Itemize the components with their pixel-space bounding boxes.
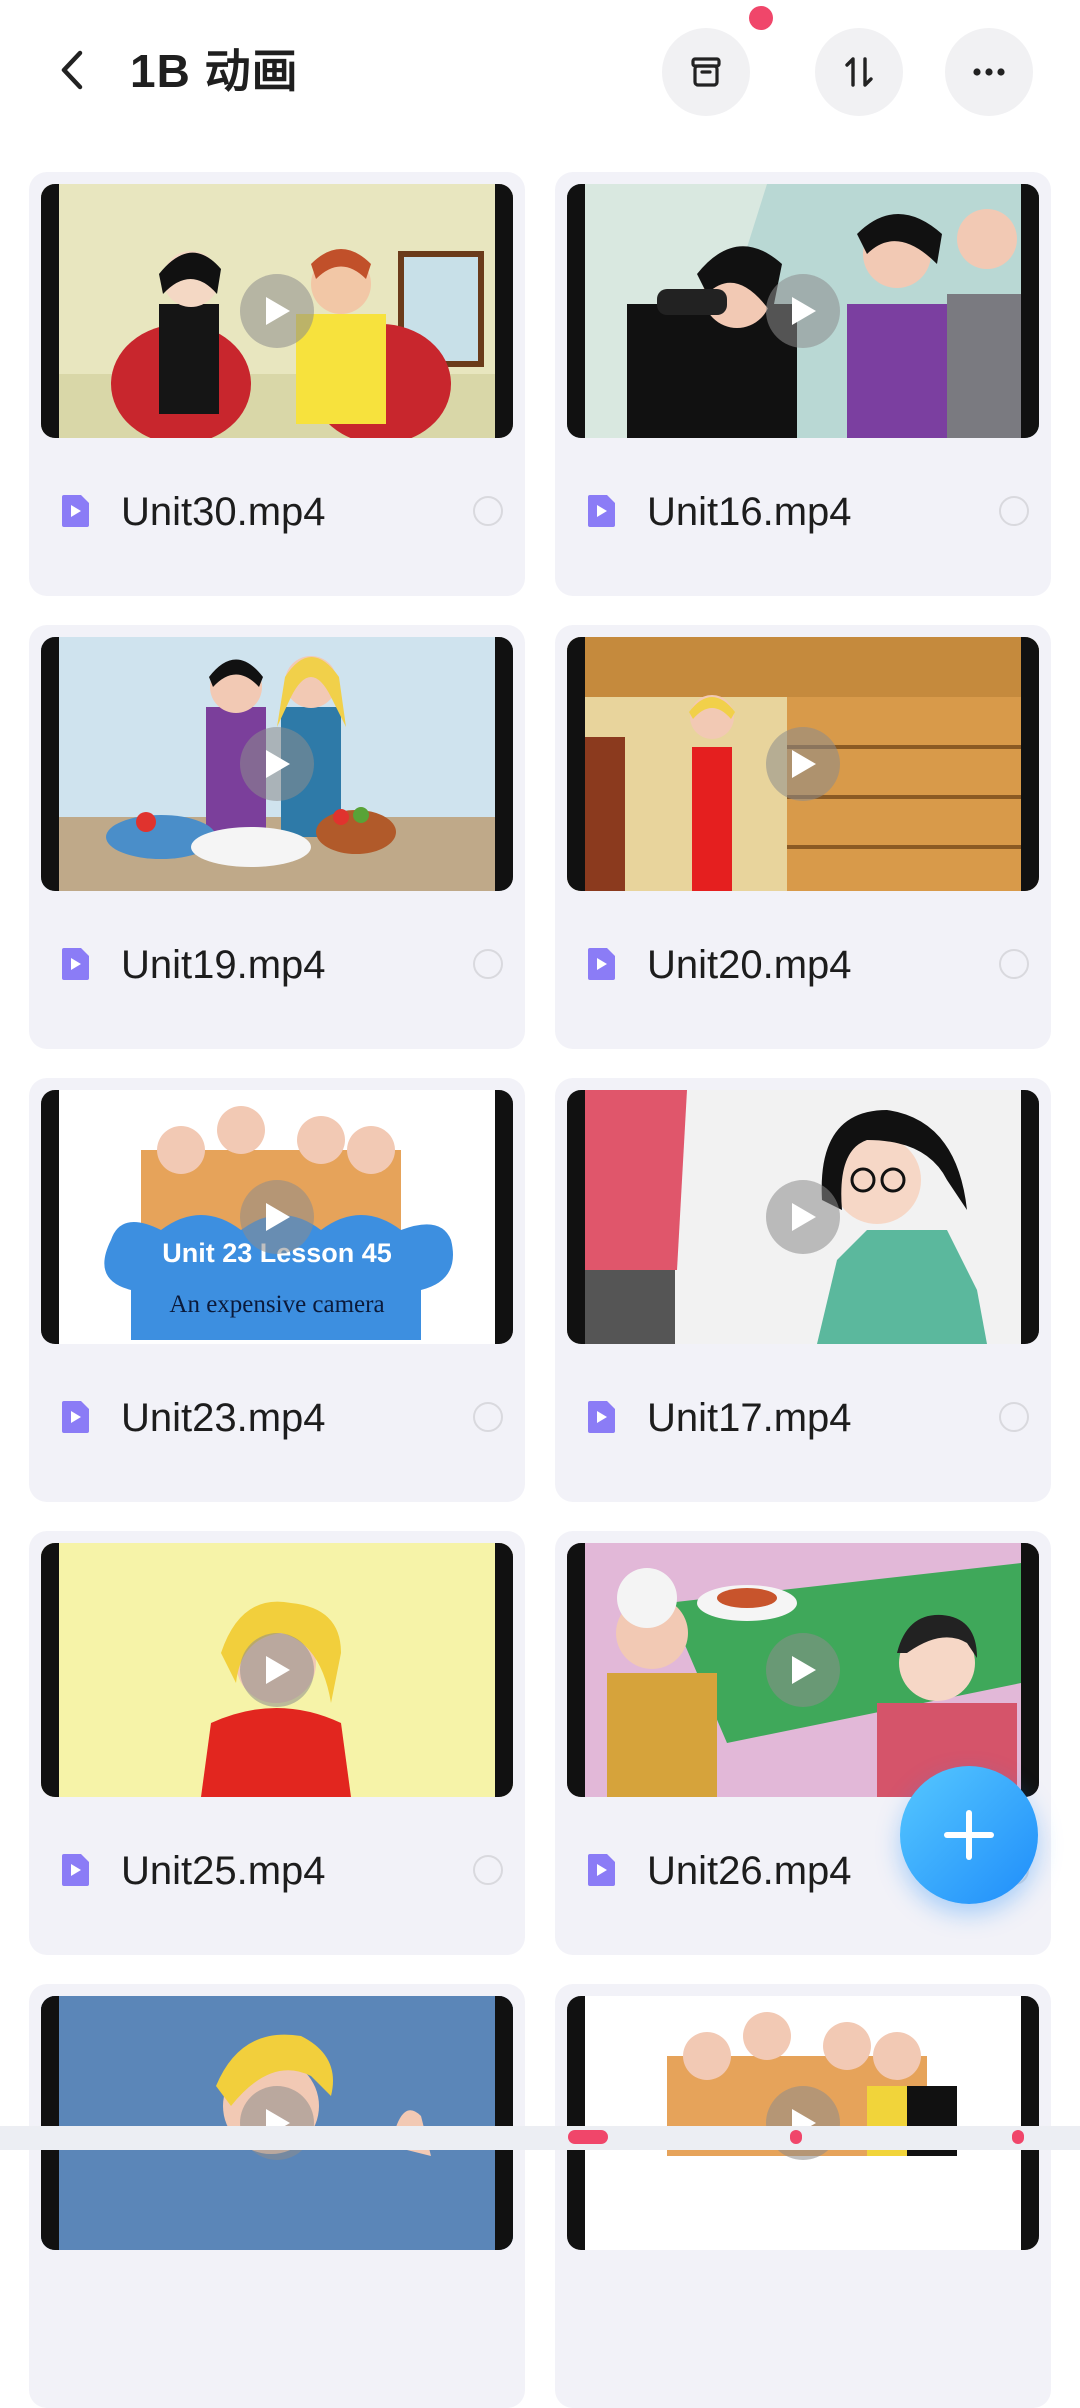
video-file-icon	[588, 1854, 615, 1886]
video-file-icon	[588, 1401, 615, 1433]
back-icon	[61, 50, 83, 90]
video-file-icon	[62, 948, 89, 980]
play-button[interactable]	[766, 727, 840, 801]
file-card[interactable]: Unit 23 Lesson 45 An expensive camera Un…	[29, 1078, 525, 1502]
file-card[interactable]: Unit17.mp4	[555, 1078, 1051, 1502]
video-file-icon	[62, 1401, 89, 1433]
file-card[interactable]: Unit20.mp4	[555, 625, 1051, 1049]
video-thumbnail[interactable]	[41, 637, 513, 891]
bottom-toolbar-marker	[1012, 2130, 1024, 2144]
file-card[interactable]: Unit25.mp4	[29, 1531, 525, 1955]
select-checkbox[interactable]	[473, 496, 503, 526]
play-button[interactable]	[766, 274, 840, 348]
select-checkbox[interactable]	[999, 949, 1029, 979]
thumbnail-subcaption: An expensive camera	[169, 1291, 384, 1318]
play-button[interactable]	[240, 727, 314, 801]
select-checkbox[interactable]	[473, 1402, 503, 1432]
file-name: Unit26.mp4	[647, 1849, 852, 1893]
file-card[interactable]: Unit30.mp4	[29, 172, 525, 596]
file-name: Unit23.mp4	[121, 1396, 326, 1440]
video-thumbnail[interactable]	[567, 1543, 1039, 1797]
add-button[interactable]	[900, 1766, 1038, 1904]
play-button[interactable]	[766, 1633, 840, 1707]
video-file-icon	[62, 495, 89, 527]
file-card[interactable]: Unit19.mp4	[29, 625, 525, 1049]
video-thumbnail[interactable]	[41, 1543, 513, 1797]
video-thumbnail[interactable]: Unit 23 Lesson 45 An expensive camera	[41, 1090, 513, 1344]
file-name: Unit19.mp4	[121, 943, 326, 987]
archive-icon	[691, 57, 721, 87]
file-name: Unit20.mp4	[647, 943, 852, 987]
file-name: Unit30.mp4	[121, 490, 326, 534]
play-icon	[792, 297, 816, 325]
file-name: Unit25.mp4	[121, 1849, 326, 1893]
play-button[interactable]	[240, 1633, 314, 1707]
video-thumbnail[interactable]	[41, 1996, 513, 2250]
play-icon	[792, 750, 816, 778]
video-file-icon	[62, 1854, 89, 1886]
play-icon	[266, 1203, 290, 1231]
play-button[interactable]	[240, 274, 314, 348]
more-button[interactable]	[945, 28, 1033, 116]
play-icon	[792, 1203, 816, 1231]
top-bar: 1B 动画	[0, 0, 1080, 150]
archive-button[interactable]	[662, 28, 750, 116]
file-name: Unit16.mp4	[647, 490, 852, 534]
file-card[interactable]	[555, 1984, 1051, 2408]
bottom-toolbar	[0, 2126, 1080, 2150]
play-icon	[266, 297, 290, 325]
bottom-toolbar-marker	[568, 2130, 608, 2144]
select-checkbox[interactable]	[473, 1855, 503, 1885]
plus-icon	[944, 1810, 994, 1860]
video-thumbnail[interactable]	[567, 184, 1039, 438]
back-button[interactable]	[48, 40, 98, 100]
video-file-icon	[588, 948, 615, 980]
video-thumbnail[interactable]	[567, 637, 1039, 891]
select-checkbox[interactable]	[999, 496, 1029, 526]
file-card[interactable]: Unit16.mp4	[555, 172, 1051, 596]
sort-icon	[845, 57, 873, 87]
play-icon	[266, 1656, 290, 1684]
notification-dot	[749, 6, 773, 30]
play-icon	[792, 1656, 816, 1684]
play-button[interactable]	[766, 1180, 840, 1254]
video-file-icon	[588, 495, 615, 527]
file-name: Unit17.mp4	[647, 1396, 852, 1440]
video-thumbnail[interactable]	[41, 184, 513, 438]
page-title: 1B 动画	[130, 45, 299, 97]
sort-button[interactable]	[815, 28, 903, 116]
file-card[interactable]	[29, 1984, 525, 2408]
video-thumbnail[interactable]	[567, 1090, 1039, 1344]
play-button[interactable]	[240, 1180, 314, 1254]
more-icon	[973, 68, 1005, 76]
select-checkbox[interactable]	[999, 1402, 1029, 1432]
video-thumbnail[interactable]	[567, 1996, 1039, 2250]
play-icon	[266, 750, 290, 778]
select-checkbox[interactable]	[473, 949, 503, 979]
bottom-toolbar-marker	[790, 2130, 802, 2144]
